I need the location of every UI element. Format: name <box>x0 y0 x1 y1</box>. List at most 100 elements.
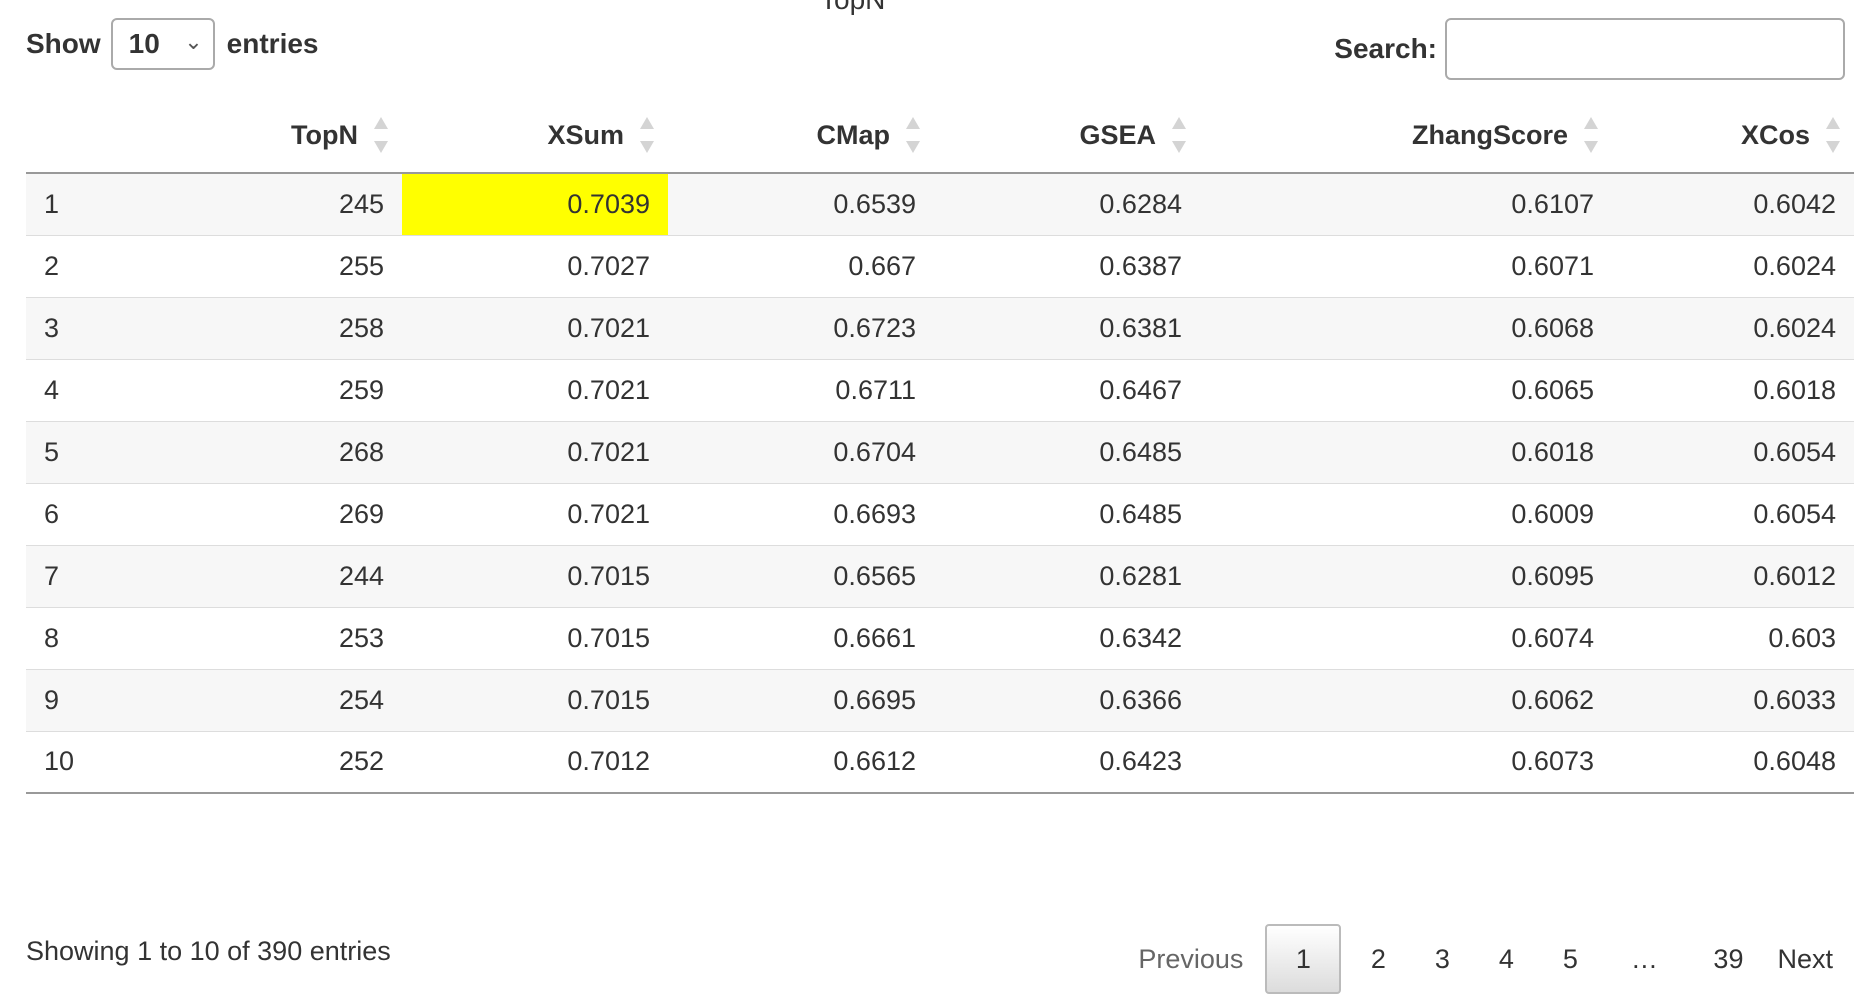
table-cell-xsum: 0.7015 <box>402 668 668 731</box>
results-table: TopN XSum CMap GSEA ZhangScore XCos 1 24… <box>26 98 1854 794</box>
sort-icon <box>904 115 922 155</box>
table-cell-topn: 4 259 <box>26 358 402 421</box>
table-controls: Show 10 ⌄ entries Search: <box>26 18 1845 88</box>
row-index: 7 <box>44 560 60 591</box>
column-header-label: XCos <box>1740 119 1810 150</box>
table-cell-xcos: 0.6024 <box>1612 296 1854 359</box>
table-cell-gsea: 0.6342 <box>934 606 1200 669</box>
table-cell-xsum: 0.7027 <box>402 234 668 297</box>
table-cell-xcos: 0.6042 <box>1612 172 1854 235</box>
column-header-label: ZhangScore <box>1411 119 1568 150</box>
column-header-gsea[interactable]: GSEA <box>934 98 1200 174</box>
table-cell-cmap: 0.6704 <box>668 420 934 483</box>
table-cell-xsum: 0.7021 <box>402 420 668 483</box>
pagination: Previous 1 2 3 4 5 … 39 Next <box>1116 924 1845 994</box>
pagination-ellipsis: … <box>1630 943 1658 974</box>
table-cell-gsea: 0.6485 <box>934 482 1200 545</box>
table-cell-zhangscore: 0.6062 <box>1200 668 1612 731</box>
table-cell-topn: 1 245 <box>26 172 402 235</box>
table-cell-zhangscore: 0.6018 <box>1200 420 1612 483</box>
table-cell-zhangscore: 0.6065 <box>1200 358 1612 421</box>
page-button-2[interactable]: 2 <box>1351 924 1405 994</box>
table-cell-zhangscore: 0.6071 <box>1200 234 1612 297</box>
table-cell-cmap: 0.6711 <box>668 358 934 421</box>
table-cell-topn: 7 244 <box>26 544 402 607</box>
table-row: 10 252 0.7012 0.6612 0.6423 0.6073 0.6048 <box>26 730 1854 794</box>
cell-value: 252 <box>338 746 384 777</box>
table-cell-topn: 2 255 <box>26 234 402 297</box>
table-cell-cmap: 0.6695 <box>668 668 934 731</box>
row-index: 5 <box>44 436 60 467</box>
column-header-xcos[interactable]: XCos <box>1612 98 1854 174</box>
table-cell-cmap: 0.6612 <box>668 730 934 794</box>
column-header-cmap[interactable]: CMap <box>668 98 934 174</box>
sort-icon <box>372 115 390 155</box>
results-table-wrapper: TopN XSum CMap GSEA ZhangScore XCos 1 24… <box>26 98 1854 794</box>
column-header-label: TopN <box>291 119 358 150</box>
cell-value: 258 <box>338 312 384 343</box>
entries-length-value: 10 <box>128 28 160 59</box>
search-input[interactable] <box>1445 18 1845 80</box>
row-index: 2 <box>44 250 60 281</box>
table-cell-xcos: 0.6054 <box>1612 482 1854 545</box>
show-label: Show <box>26 28 101 59</box>
chevron-down-icon: ⌄ <box>184 29 203 54</box>
table-cell-cmap: 0.6723 <box>668 296 934 359</box>
next-page-button[interactable]: Next <box>1765 924 1845 994</box>
table-cell-xcos: 0.6033 <box>1612 668 1854 731</box>
table-cell-zhangscore: 0.6074 <box>1200 606 1612 669</box>
table-cell-xsum: 0.7021 <box>402 358 668 421</box>
row-index: 6 <box>44 498 60 529</box>
page-button-1[interactable]: 1 <box>1265 924 1342 994</box>
row-index: 1 <box>44 188 60 219</box>
page-button-5[interactable]: 5 <box>1543 924 1597 994</box>
table-footer: Showing 1 to 10 of 390 entries Previous … <box>26 924 1845 994</box>
row-index: 10 <box>44 746 75 777</box>
sort-icon <box>1170 115 1188 155</box>
column-header-zhangscore[interactable]: ZhangScore <box>1200 98 1612 174</box>
table-info: Showing 1 to 10 of 390 entries <box>26 936 391 966</box>
entries-length-select[interactable]: 10 ⌄ <box>110 18 215 70</box>
table-cell-xsum: 0.7015 <box>402 606 668 669</box>
column-header-xsum[interactable]: XSum <box>402 98 668 174</box>
table-row: 1 245 0.7039 0.6539 0.6284 0.6107 0.6042 <box>26 172 1854 235</box>
column-header-label: XSum <box>547 119 624 150</box>
row-index: 9 <box>44 684 60 715</box>
cell-value: 268 <box>338 436 384 467</box>
table-cell-zhangscore: 0.6073 <box>1200 730 1612 794</box>
row-index: 8 <box>44 622 60 653</box>
previous-page-button[interactable]: Previous <box>1126 924 1255 994</box>
table-cell-cmap: 0.6565 <box>668 544 934 607</box>
table-cell-xcos: 0.6024 <box>1612 234 1854 297</box>
cell-value: 269 <box>338 498 384 529</box>
table-cell-topn: 6 269 <box>26 482 402 545</box>
table-cell-xcos: 0.6012 <box>1612 544 1854 607</box>
sort-icon <box>1824 115 1842 155</box>
column-header-label: CMap <box>816 119 891 150</box>
page-button-4[interactable]: 4 <box>1479 924 1533 994</box>
row-index: 3 <box>44 312 60 343</box>
table-cell-xcos: 0.6018 <box>1612 358 1854 421</box>
table-row: 5 268 0.7021 0.6704 0.6485 0.6018 0.6054 <box>26 420 1854 483</box>
sort-icon <box>638 115 656 155</box>
search-label: Search: <box>1334 33 1437 64</box>
table-row: 7 244 0.7015 0.6565 0.6281 0.6095 0.6012 <box>26 544 1854 607</box>
entries-length-control: Show 10 ⌄ entries <box>26 18 319 70</box>
table-cell-cmap: 0.6693 <box>668 482 934 545</box>
table-cell-topn: 3 258 <box>26 296 402 359</box>
table-cell-cmap: 0.6539 <box>668 172 934 235</box>
cell-value: 259 <box>338 374 384 405</box>
table-cell-zhangscore: 0.6095 <box>1200 544 1612 607</box>
page-button-3[interactable]: 3 <box>1415 924 1469 994</box>
cell-value: 253 <box>338 622 384 653</box>
table-cell-gsea: 0.6485 <box>934 420 1200 483</box>
table-row: 8 253 0.7015 0.6661 0.6342 0.6074 0.603 <box>26 606 1854 669</box>
row-index: 4 <box>44 374 60 405</box>
page-button-39[interactable]: 39 <box>1701 924 1755 994</box>
table-cell-xcos: 0.603 <box>1612 606 1854 669</box>
column-header-topn[interactable]: TopN <box>26 98 402 174</box>
table-cell-topn: 5 268 <box>26 420 402 483</box>
table-cell-topn: 9 254 <box>26 668 402 731</box>
table-row: 6 269 0.7021 0.6693 0.6485 0.6009 0.6054 <box>26 482 1854 545</box>
table-cell-gsea: 0.6467 <box>934 358 1200 421</box>
